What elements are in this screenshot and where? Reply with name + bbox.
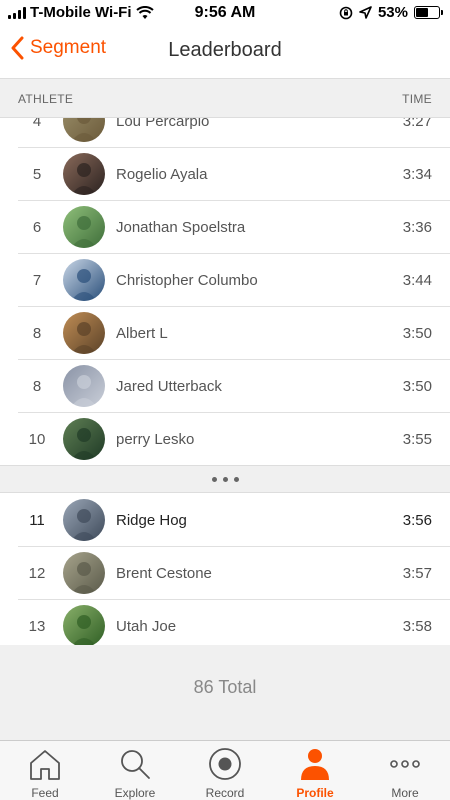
leaderboard-row[interactable]: 10 perry Lesko 3:55 <box>18 413 450 466</box>
rank: 12 <box>28 564 46 582</box>
more-icon <box>387 747 423 784</box>
tab-feed[interactable]: Feed <box>0 741 90 800</box>
battery-percent: 53% <box>377 4 408 21</box>
leaderboard-row[interactable]: 4 Lou Percarpio 3:27 <box>18 118 450 148</box>
rank: 13 <box>28 617 46 635</box>
leaderboard-row[interactable]: 11 Ridge Hog 3:56 <box>18 494 450 547</box>
tab-profile[interactable]: Profile <box>270 741 360 800</box>
rank: 11 <box>29 511 45 529</box>
leaderboard-row[interactable]: 8 Jared Utterback 3:50 <box>18 360 450 413</box>
segment-time: 3:50 <box>402 377 432 395</box>
leaderboard-row[interactable]: 6 Jonathan Spoelstra 3:36 <box>18 201 450 254</box>
athlete-name: Ridge Hog <box>116 511 187 529</box>
athlete-name: Brent Cestone <box>116 564 212 582</box>
more-rows-separator[interactable] <box>0 465 450 493</box>
segment-time: 3:58 <box>402 617 432 635</box>
avatar <box>63 418 105 460</box>
athlete-name: Jonathan Spoelstra <box>116 218 246 236</box>
segment-time: 3:56 <box>402 511 432 529</box>
athlete-name: perry Lesko <box>116 430 195 448</box>
rank: 7 <box>32 271 42 289</box>
athlete-name: Rogelio Ayala <box>116 165 208 183</box>
rank: 10 <box>28 430 46 448</box>
record-icon <box>207 747 243 784</box>
status-right: 53% <box>339 4 443 21</box>
segment-time: 3:50 <box>402 324 432 342</box>
segment-time: 3:44 <box>402 271 432 289</box>
segment-time: 3:36 <box>402 218 432 236</box>
leaderboard-row[interactable]: 12 Brent Cestone 3:57 <box>18 547 450 600</box>
segment-time: 3:55 <box>402 430 432 448</box>
back-button[interactable]: Segment <box>10 36 106 60</box>
location-icon <box>359 6 372 19</box>
tab-label: Feed <box>31 786 59 800</box>
avatar <box>63 118 105 142</box>
dot <box>211 476 217 482</box>
battery-icon <box>414 6 443 19</box>
avatar <box>63 605 105 645</box>
athlete-name: Utah Joe <box>116 617 177 635</box>
search-icon <box>117 747 153 784</box>
avatar <box>63 312 105 354</box>
tab-record[interactable]: Record <box>180 741 270 800</box>
tab-more[interactable]: More <box>360 741 450 800</box>
avatar <box>63 365 105 407</box>
leaderboard-row[interactable]: 7 Christopher Columbo 3:44 <box>18 254 450 307</box>
tab-label: Record <box>205 786 245 800</box>
leaderboard-list[interactable]: 4 Lou Percarpio 3:27 5 Rogelio Ayala 3:34 6 Jon… <box>0 118 450 645</box>
tab-bar: Feed Explore Record Profile More <box>0 740 450 800</box>
rank: 5 <box>32 165 42 183</box>
column-header: ATHLETE TIME <box>0 78 450 118</box>
athlete-name: Jared Utterback <box>116 377 222 395</box>
home-icon <box>27 747 63 784</box>
time-column-label: TIME <box>402 92 432 106</box>
total-count: 86 Total <box>193 677 257 697</box>
avatar <box>63 206 105 248</box>
total-section: 86 Total <box>0 645 450 740</box>
segment-time: 3:27 <box>402 118 432 130</box>
rank: 8 <box>32 377 42 395</box>
leaderboard-row[interactable]: 13 Utah Joe 3:58 <box>18 600 450 645</box>
avatar <box>63 259 105 301</box>
avatar <box>63 153 105 195</box>
rank: 6 <box>32 218 42 236</box>
rank: 8 <box>32 324 42 342</box>
back-label: Segment <box>30 37 107 58</box>
avatar <box>63 552 105 594</box>
avatar <box>63 499 105 541</box>
nav-bar: Segment Leaderboard <box>0 26 450 78</box>
tab-label: Profile <box>296 786 334 800</box>
segment-time: 3:34 <box>402 165 432 183</box>
tab-explore[interactable]: Explore <box>90 741 180 800</box>
athlete-name: Christopher Columbo <box>116 271 258 289</box>
dot <box>233 476 239 482</box>
rank: 4 <box>32 118 42 130</box>
leaderboard-row[interactable]: 5 Rogelio Ayala 3:34 <box>18 148 450 201</box>
dot <box>222 476 228 482</box>
chevron-left-icon <box>11 36 24 60</box>
profile-icon <box>297 747 333 784</box>
athlete-name: Lou Percarpio <box>116 118 210 130</box>
status-bar: T-Mobile Wi-Fi 9:56 AM 53% <box>0 0 450 26</box>
rotation-lock-icon <box>339 6 353 19</box>
leaderboard-row[interactable]: 8 Albert L 3:50 <box>18 307 450 360</box>
tab-label: Explore <box>114 786 156 800</box>
athlete-name: Albert L <box>116 324 168 342</box>
segment-time: 3:57 <box>402 564 432 582</box>
tab-label: More <box>391 786 419 800</box>
athlete-column-label: ATHLETE <box>18 92 74 106</box>
